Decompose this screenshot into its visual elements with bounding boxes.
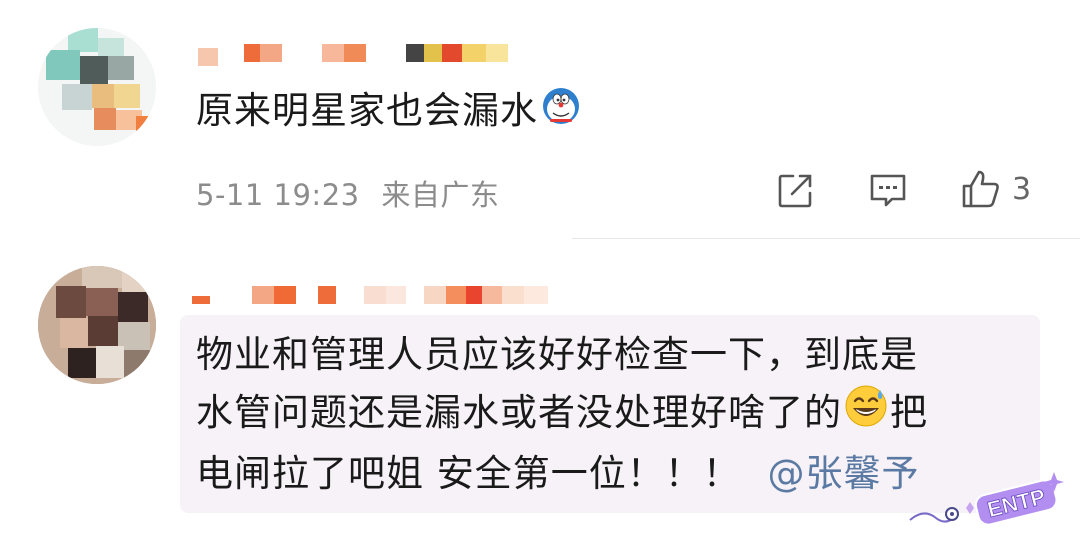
avatar-2[interactable] bbox=[38, 266, 156, 384]
comment-1-location: 来自广东 bbox=[381, 178, 500, 212]
share-icon bbox=[778, 174, 812, 208]
comment-1-body: 原来明星家也会漏水 bbox=[196, 82, 580, 142]
comment-2-line-3-text: 电闸拉了吧姐 安全第一位！！！ bbox=[196, 452, 741, 495]
comment-1-time: 5-11 19:23 bbox=[196, 178, 360, 212]
username-2-blurred[interactable] bbox=[192, 286, 548, 304]
doraemon-emoji-icon bbox=[542, 84, 580, 142]
comment-1-text: 原来明星家也会漏水 bbox=[196, 89, 538, 132]
comment-icon bbox=[870, 174, 906, 207]
avatar-1[interactable] bbox=[38, 28, 156, 146]
thumbs-up-icon bbox=[962, 170, 999, 208]
entp-watermark: ENTP bbox=[904, 468, 1064, 532]
like-button[interactable]: 3 bbox=[960, 168, 1031, 210]
comment-2-line-2: 水管问题还是漏水或者没处理好啥了的 把 bbox=[196, 384, 1036, 445]
comment-1-meta: 5-11 19:23 来自广东 bbox=[196, 172, 499, 214]
share-button[interactable] bbox=[776, 172, 814, 210]
like-count: 3 bbox=[1012, 171, 1032, 207]
comment-2-line-2-after: 把 bbox=[890, 391, 928, 434]
comment-divider bbox=[572, 238, 1080, 239]
reply-button[interactable] bbox=[868, 172, 908, 210]
comment-2-line-1: 物业和管理人员应该好好检查一下，到底是 bbox=[196, 333, 918, 376]
mention-link[interactable]: @张馨予 bbox=[768, 452, 920, 495]
comment-2-line-2-text: 水管问题还是漏水或者没处理好啥了的 bbox=[196, 391, 842, 434]
sweat-smile-emoji-icon bbox=[844, 384, 888, 445]
username-1-blurred[interactable] bbox=[198, 44, 508, 66]
